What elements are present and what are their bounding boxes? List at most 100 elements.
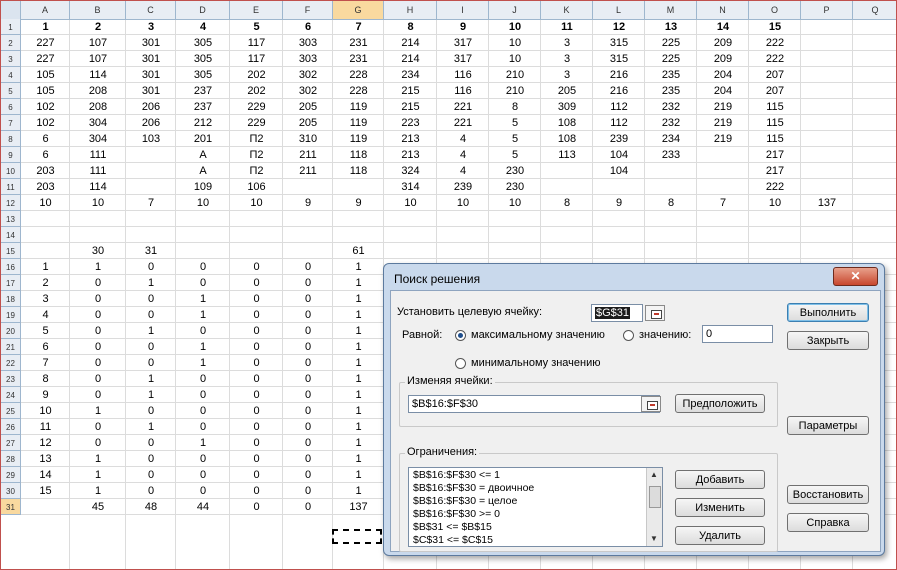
cell[interactable]: 317	[437, 35, 489, 51]
cell[interactable]: 205	[541, 83, 593, 99]
cell[interactable]: 0	[230, 387, 283, 403]
cell[interactable]: 137	[801, 195, 853, 211]
cell[interactable]: 2	[70, 19, 126, 35]
cell[interactable]: 107	[70, 51, 126, 67]
cell[interactable]: 205	[283, 115, 333, 131]
cell[interactable]: 15	[21, 483, 70, 499]
cell[interactable]: 10	[384, 195, 437, 211]
column-header[interactable]: I	[437, 1, 489, 19]
cell[interactable]: 207	[749, 83, 801, 99]
cell[interactable]: 0	[70, 435, 126, 451]
cell[interactable]: 216	[593, 83, 645, 99]
cell[interactable]: 30	[70, 243, 126, 259]
cell[interactable]: 231	[333, 35, 384, 51]
cell[interactable]: 118	[333, 163, 384, 179]
cell[interactable]: 105	[21, 67, 70, 83]
cell[interactable]: 222	[749, 51, 801, 67]
cell[interactable]: 0	[283, 435, 333, 451]
cell[interactable]: 309	[541, 99, 593, 115]
cell[interactable]: 0	[176, 275, 230, 291]
cell[interactable]: 137	[333, 499, 384, 515]
cell[interactable]: П2	[230, 163, 283, 179]
cell[interactable]: 2	[21, 275, 70, 291]
changing-cells-field[interactable]: $B$16:$F$30	[408, 395, 660, 413]
constraint-item[interactable]: $B$16:$F$30 >= 0	[413, 508, 500, 520]
cell[interactable]: 103	[126, 131, 176, 147]
cell[interactable]: 1	[70, 483, 126, 499]
cell[interactable]: 15	[749, 19, 801, 35]
cell[interactable]: 0	[230, 403, 283, 419]
cell[interactable]: 0	[176, 259, 230, 275]
row-header[interactable]: 2	[1, 35, 21, 51]
cell[interactable]: 6	[283, 19, 333, 35]
cell[interactable]: 14	[21, 467, 70, 483]
row-header[interactable]: 8	[1, 131, 21, 147]
cell[interactable]: 0	[176, 483, 230, 499]
cell[interactable]: 305	[176, 67, 230, 83]
cell[interactable]: 214	[384, 51, 437, 67]
value-input[interactable]: 0	[702, 325, 773, 343]
cell[interactable]: 217	[749, 147, 801, 163]
row-header[interactable]: 30	[1, 483, 21, 499]
cell[interactable]: 3	[21, 291, 70, 307]
cell[interactable]: 5	[21, 323, 70, 339]
cell[interactable]: 234	[645, 131, 697, 147]
cell[interactable]: 1	[333, 339, 384, 355]
cell[interactable]: 237	[176, 99, 230, 115]
row-header[interactable]: 13	[1, 211, 21, 227]
cell[interactable]: 206	[126, 115, 176, 131]
cell[interactable]: 302	[283, 67, 333, 83]
cell[interactable]: 317	[437, 51, 489, 67]
min-radio[interactable]	[455, 358, 466, 369]
cell[interactable]: 3	[126, 19, 176, 35]
cell[interactable]: 31	[126, 243, 176, 259]
cell[interactable]: 1	[333, 419, 384, 435]
cell[interactable]: 9	[21, 387, 70, 403]
cell[interactable]: 0	[283, 307, 333, 323]
cell[interactable]: 102	[21, 115, 70, 131]
cell[interactable]: 11	[21, 419, 70, 435]
cell[interactable]: 1	[333, 291, 384, 307]
row-header[interactable]: 16	[1, 259, 21, 275]
cell[interactable]: 219	[697, 99, 749, 115]
cell[interactable]: 0	[283, 467, 333, 483]
cell[interactable]: 113	[541, 147, 593, 163]
cell[interactable]: 1	[126, 387, 176, 403]
cell[interactable]: 302	[283, 83, 333, 99]
cell[interactable]: 109	[176, 179, 230, 195]
cell[interactable]: 314	[384, 179, 437, 195]
cell[interactable]: 0	[70, 275, 126, 291]
cell[interactable]: 111	[70, 147, 126, 163]
cell[interactable]: 0	[230, 483, 283, 499]
cell[interactable]: 209	[697, 35, 749, 51]
cell[interactable]: 7	[126, 195, 176, 211]
row-header[interactable]: 5	[1, 83, 21, 99]
cell[interactable]: 116	[437, 83, 489, 99]
cell[interactable]: 107	[70, 35, 126, 51]
row-header[interactable]: 6	[1, 99, 21, 115]
cell[interactable]: 105	[21, 83, 70, 99]
max-radio[interactable]	[455, 330, 466, 341]
cell[interactable]: 118	[333, 147, 384, 163]
cell[interactable]: 117	[230, 51, 283, 67]
cell[interactable]: 8	[489, 99, 541, 115]
cell[interactable]: 230	[489, 163, 541, 179]
cell[interactable]: 6	[21, 147, 70, 163]
cell[interactable]: 0	[230, 323, 283, 339]
cell[interactable]: 1	[333, 483, 384, 499]
cell[interactable]: 0	[176, 451, 230, 467]
cell[interactable]: 8	[21, 371, 70, 387]
cell[interactable]: 1	[70, 259, 126, 275]
cell[interactable]: 114	[70, 179, 126, 195]
cell[interactable]: 305	[176, 35, 230, 51]
cell[interactable]: 205	[283, 99, 333, 115]
cell[interactable]: 303	[283, 35, 333, 51]
cell[interactable]: 61	[333, 243, 384, 259]
column-header[interactable]: D	[176, 1, 230, 19]
cell[interactable]: 104	[593, 147, 645, 163]
cell[interactable]: 0	[283, 499, 333, 515]
cell[interactable]: 4	[437, 163, 489, 179]
cell[interactable]: 1	[70, 451, 126, 467]
cell[interactable]: 1	[333, 387, 384, 403]
constraint-item[interactable]: $B$16:$F$30 <= 1	[413, 469, 500, 481]
